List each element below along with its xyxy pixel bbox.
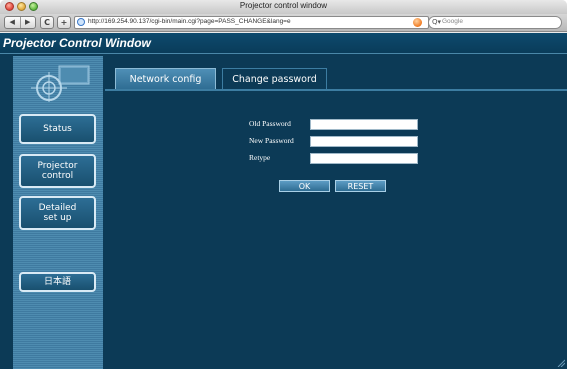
projector-logo-icon [31,65,90,102]
globe-icon [77,18,85,26]
browser-toolbar: ◀ ▶ C + http://169.254.90.137/cgi-bin/ma… [0,14,567,32]
app-header: Projector Control Window [0,33,567,54]
search-placeholder: Google [442,18,463,25]
resize-grip-icon[interactable] [557,359,565,367]
detailed-setup-line1: Detailed [38,203,77,213]
main-panel: Network config Change password Old Passw… [105,56,567,369]
reset-button[interactable]: RESET [335,180,386,192]
old-password-input[interactable] [310,119,418,130]
snapback-icon[interactable] [413,18,422,27]
tab-network-config[interactable]: Network config [115,68,216,89]
address-bar[interactable]: http://169.254.90.137/cgi-bin/main.cgi?p… [74,16,429,29]
projector-control-label: Projector control [38,161,78,181]
add-bookmark-button[interactable]: + [57,16,71,29]
page-content: Projector Control Window Status Projecto… [0,33,567,369]
projector-control-line1: Projector [37,161,78,171]
tab-change-password[interactable]: Change password [222,68,327,89]
japanese-language-label: 日本語 [43,277,71,287]
url-text: http://169.254.90.137/cgi-bin/main.cgi?p… [88,18,291,25]
retype-password-input[interactable] [310,153,418,164]
detailed-setup-button[interactable]: Detailed set up [19,196,96,230]
window-title: Projector control window [239,1,328,10]
title-bar: Projector control window [0,0,567,14]
ok-button[interactable]: OK [279,180,330,192]
projector-control-line2: control [41,171,74,181]
reload-button[interactable]: C [40,16,54,29]
old-password-label: Old Password [249,119,291,128]
status-button[interactable]: Status [19,114,96,144]
status-button-label: Status [43,124,72,134]
tab-bar: Network config Change password [105,68,567,91]
detailed-setup-label: Detailed set up [39,203,77,223]
nav-buttons: ◀ ▶ [4,16,36,29]
browser-window: Projector control window ◀ ▶ C + http://… [0,0,567,369]
search-field[interactable]: Q▾ Google [413,16,562,29]
new-password-input[interactable] [310,136,418,147]
sidebar: Status Projector control Detailed set up… [13,56,103,369]
retype-label: Retype [249,153,271,162]
projector-control-button[interactable]: Projector control [19,154,96,188]
japanese-language-button[interactable]: 日本語 [19,272,96,292]
back-arrow-icon[interactable]: ◀ [5,17,21,28]
forward-arrow-icon[interactable]: ▶ [21,17,36,28]
detailed-setup-line2: set up [43,213,72,223]
search-icon: Q▾ [432,18,442,26]
new-password-label: New Password [249,136,294,145]
page-title: Projector Control Window [3,36,151,50]
